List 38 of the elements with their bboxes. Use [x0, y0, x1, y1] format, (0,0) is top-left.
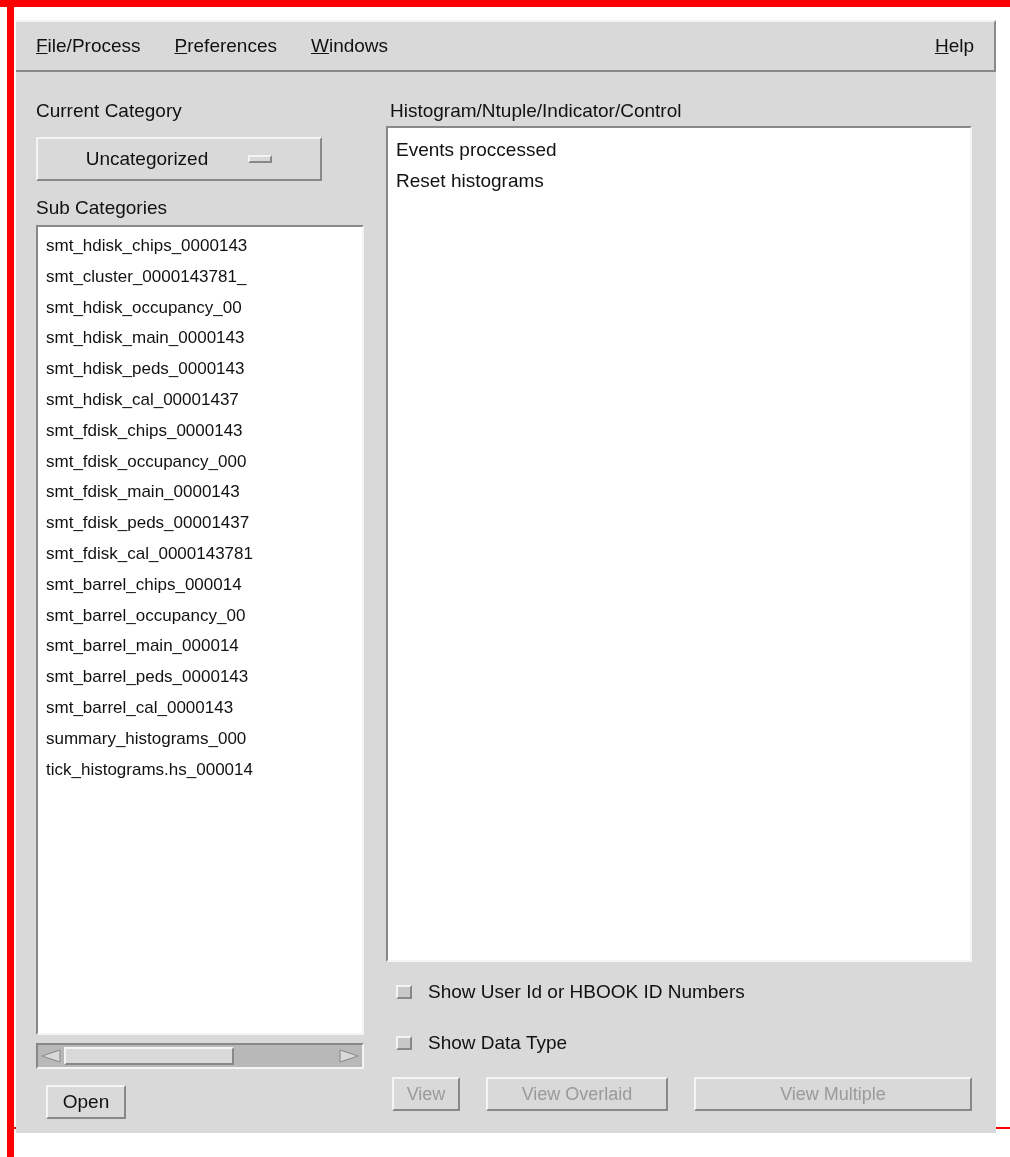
list-item[interactable]: smt_cluster_0000143781_ — [46, 261, 247, 293]
list-item[interactable]: smt_barrel_chips_000014 — [46, 569, 242, 601]
category-dropdown[interactable]: Uncategorized — [36, 137, 322, 181]
list-item[interactable]: smt_barrel_peds_0000143 — [46, 662, 249, 693]
menu-item[interactable]: Help — [934, 31, 974, 61]
checkbox-label: Show Data Type — [428, 1030, 568, 1055]
checkbox[interactable] — [396, 985, 412, 1000]
list-item[interactable]: smt_barrel_cal_0000143 — [46, 692, 234, 724]
open-button[interactable]: Open — [46, 1085, 126, 1119]
checkbox-label: Show User Id or HBOOK ID Numbers — [428, 980, 745, 1004]
list-item[interactable]: tick_histograms.hs_000014 — [46, 754, 253, 786]
list-item[interactable]: smt_barrel_main_000014 — [46, 631, 239, 663]
checkbox[interactable] — [396, 1035, 412, 1050]
sub-categories-label: Sub Categories — [36, 196, 168, 220]
list-item[interactable]: smt_fdisk_chips_0000143 — [46, 415, 243, 447]
list-item[interactable]: Events proccessed — [396, 134, 557, 165]
list-item[interactable]: smt_hdisk_peds_0000143 — [46, 354, 245, 385]
menu-item[interactable]: Preferences — [174, 31, 277, 61]
list-item[interactable]: smt_fdisk_occupancy_000 — [46, 446, 247, 478]
menu-item[interactable]: File/Process — [36, 31, 141, 61]
right-arrow-icon[interactable] — [338, 1048, 360, 1064]
list-item[interactable]: smt_hdisk_chips_0000143 — [46, 231, 248, 262]
current-category-label: Current Category — [36, 99, 183, 123]
list-item[interactable]: smt_barrel_occupancy_00 — [46, 600, 246, 632]
list-item[interactable]: smt_fdisk_main_0000143 — [46, 477, 240, 509]
menu-item[interactable]: Windows — [311, 31, 389, 61]
list-item[interactable]: summary_histograms_000 — [46, 723, 247, 755]
list-item[interactable]: smt_fdisk_peds_00001437 — [46, 508, 250, 539]
list-item[interactable]: Reset histograms — [396, 165, 544, 196]
scrollbar-thumb[interactable] — [64, 1047, 234, 1065]
list-item[interactable]: smt_hdisk_cal_00001437 — [46, 385, 239, 416]
left-arrow-icon[interactable] — [40, 1048, 62, 1064]
dropdown-indicator-icon — [248, 155, 273, 163]
list-item[interactable]: smt_hdisk_occupancy_00 — [46, 292, 242, 324]
horizontal-scrollbar[interactable] — [36, 1043, 364, 1069]
list-item[interactable]: smt_hdisk_main_0000143 — [46, 323, 245, 355]
list-item[interactable]: smt_fdisk_cal_0000143781 — [46, 538, 253, 570]
histograms-label: Histogram/Ntuple/Indicator/Control — [390, 99, 683, 123]
